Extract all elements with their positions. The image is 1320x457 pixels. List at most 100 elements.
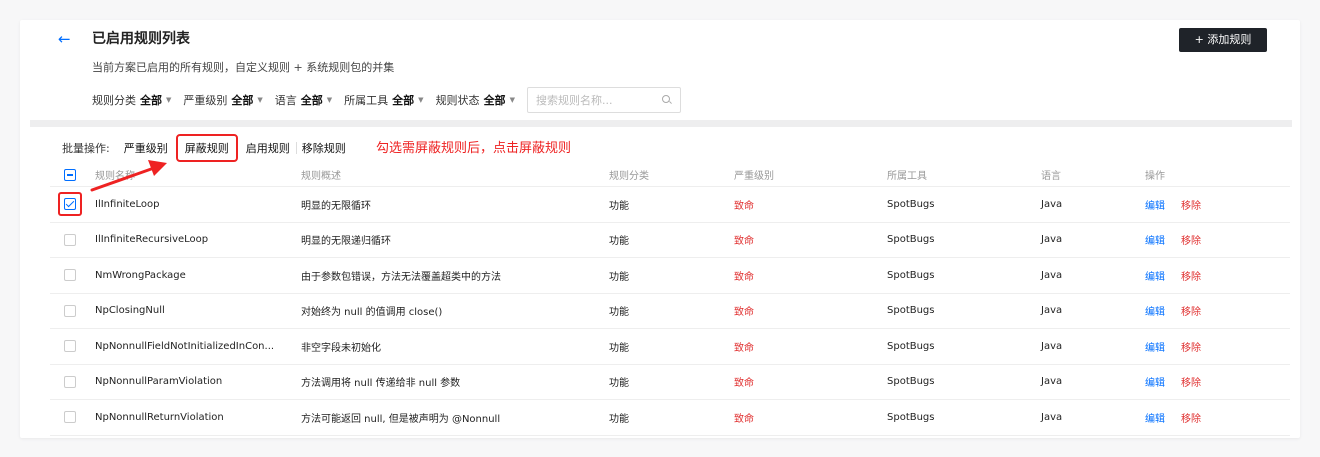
- search-input[interactable]: 搜索规则名称...: [526, 87, 681, 113]
- search-icon[interactable]: [661, 95, 672, 105]
- filter-value: 全部: [300, 94, 323, 107]
- filter-tool[interactable]: 所属工具 全部 ▼: [344, 92, 423, 108]
- caret-down-icon: ▼: [509, 96, 515, 104]
- edit-link[interactable]: 编辑: [1145, 232, 1165, 247]
- batch-actions: 批量操作: 严重级别 屏蔽规则 启用规则 移除规则: [62, 134, 352, 162]
- add-rule-button[interactable]: + 添加规则: [1179, 28, 1267, 52]
- row-checkbox[interactable]: [64, 233, 76, 246]
- back-arrow-icon[interactable]: ←: [58, 31, 74, 47]
- rule-category: 功能: [609, 378, 629, 390]
- rule-language: Java: [1041, 340, 1063, 352]
- rule-tool: SpotBugs: [887, 198, 935, 210]
- row-actions: 编辑 移除: [1145, 400, 1201, 435]
- column-header-language: 语言: [1041, 171, 1061, 182]
- rule-desc: 方法调用将 null 传递给非 null 参数: [301, 378, 461, 390]
- rule-name: NpNonnullReturnViolation: [95, 411, 224, 423]
- row-actions: 编辑 移除: [1145, 365, 1201, 400]
- filter-category[interactable]: 规则分类 全部 ▼: [92, 92, 171, 108]
- rule-severity: 致命: [734, 307, 754, 319]
- column-header-tool: 所属工具: [887, 171, 927, 182]
- batch-enable-button[interactable]: 启用规则: [240, 140, 297, 156]
- row-checkbox[interactable]: [64, 269, 76, 282]
- rule-severity: 致命: [734, 200, 754, 212]
- edit-link[interactable]: 编辑: [1145, 410, 1165, 425]
- remove-link[interactable]: 移除: [1181, 410, 1201, 425]
- rule-language: Java: [1041, 305, 1063, 317]
- filter-bar: 规则分类 全部 ▼ 严重级别 全部 ▼ 语言 全部 ▼ 所属工具 全部 ▼ 规则…: [92, 87, 681, 113]
- rules-table: 规则名称 规则概述 规则分类 严重级别 所属工具 语言 操作 IlInfinit…: [50, 163, 1290, 436]
- edit-link[interactable]: 编辑: [1145, 268, 1165, 283]
- filter-label: 语言: [274, 94, 297, 107]
- rule-category: 功能: [609, 413, 629, 425]
- column-header-desc: 规则概述: [301, 171, 341, 182]
- table-row: NmWrongPackage 由于参数包错误，方法无法覆盖超类中的方法 功能 致…: [50, 258, 1290, 294]
- rules-panel: ← 已启用规则列表 当前方案已启用的所有规则，自定义规则 + 系统规则包的并集 …: [20, 20, 1300, 438]
- row-checkbox[interactable]: [64, 304, 76, 317]
- remove-link[interactable]: 移除: [1181, 374, 1201, 389]
- column-header-name: 规则名称: [95, 171, 135, 182]
- table-row: NpNonnullFieldNotInitializedInCon... 非空字…: [50, 329, 1290, 365]
- table-row: NpNonnullReturnViolation 方法可能返回 null, 但是…: [50, 400, 1290, 436]
- rule-name: IlInfiniteRecursiveLoop: [95, 234, 209, 246]
- filter-severity[interactable]: 严重级别 全部 ▼: [183, 92, 262, 108]
- row-checkbox[interactable]: [64, 340, 76, 353]
- annotation-text: 勾选需屏蔽规则后，点击屏蔽规则: [376, 141, 572, 156]
- rule-name: NpClosingNull: [95, 305, 165, 317]
- edit-link[interactable]: 编辑: [1145, 339, 1165, 354]
- rule-category: 功能: [609, 271, 629, 283]
- rule-desc: 明显的无限循环: [301, 200, 371, 212]
- rule-severity: 致命: [734, 342, 754, 354]
- rule-category: 功能: [609, 342, 629, 354]
- row-actions: 编辑 移除: [1145, 329, 1201, 364]
- rule-severity: 致命: [734, 413, 754, 425]
- row-checkbox[interactable]: [64, 411, 76, 424]
- remove-link[interactable]: 移除: [1181, 303, 1201, 318]
- row-select-cell[interactable]: [50, 400, 90, 435]
- filter-language[interactable]: 语言 全部 ▼: [275, 92, 332, 108]
- remove-link[interactable]: 移除: [1181, 339, 1201, 354]
- filter-label: 所属工具: [344, 94, 389, 107]
- checkbox-highlight: [58, 192, 82, 217]
- rule-language: Java: [1041, 269, 1063, 281]
- caret-down-icon: ▼: [418, 96, 424, 104]
- select-all-cell[interactable]: [50, 163, 90, 186]
- batch-block-button[interactable]: 屏蔽规则: [175, 134, 238, 162]
- rule-language: Java: [1041, 411, 1063, 423]
- batch-remove-button[interactable]: 移除规则: [296, 140, 352, 156]
- batch-severity-button[interactable]: 严重级别: [118, 140, 174, 156]
- rule-name: NmWrongPackage: [95, 269, 186, 281]
- select-all-checkbox[interactable]: [64, 168, 76, 181]
- row-select-cell[interactable]: [50, 223, 90, 258]
- row-checkbox[interactable]: [64, 375, 76, 388]
- search-placeholder: 搜索规则名称...: [535, 94, 613, 107]
- rule-language: Java: [1041, 376, 1063, 388]
- caret-down-icon: ▼: [257, 96, 263, 104]
- table-row: IlInfiniteLoop 明显的无限循环 功能 致命 SpotBugs Ja…: [50, 187, 1290, 223]
- edit-link[interactable]: 编辑: [1145, 303, 1165, 318]
- filter-value: 全部: [140, 94, 162, 107]
- section-divider: [30, 120, 1292, 127]
- row-checkbox[interactable]: [64, 198, 76, 211]
- remove-link[interactable]: 移除: [1181, 268, 1201, 283]
- column-header-severity: 严重级别: [734, 171, 774, 182]
- remove-link[interactable]: 移除: [1181, 197, 1201, 212]
- caret-down-icon: ▼: [166, 96, 172, 104]
- filter-value: 全部: [231, 94, 254, 107]
- row-select-cell[interactable]: [50, 187, 90, 222]
- table-row: NpClosingNull 对始终为 null 的值调用 close() 功能 …: [50, 294, 1290, 329]
- remove-link[interactable]: 移除: [1181, 232, 1201, 247]
- rule-name: NpNonnullFieldNotInitializedInCon...: [95, 340, 275, 352]
- row-select-cell[interactable]: [50, 294, 90, 329]
- filter-label: 严重级别: [183, 94, 228, 107]
- table-row: NpNonnullParamViolation 方法调用将 null 传递给非 …: [50, 365, 1290, 400]
- row-select-cell[interactable]: [50, 258, 90, 293]
- filter-status[interactable]: 规则状态 全部 ▼: [436, 92, 515, 108]
- page-subtitle: 当前方案已启用的所有规则，自定义规则 + 系统规则包的并集: [92, 61, 395, 74]
- filter-label: 规则分类: [92, 94, 136, 107]
- rule-language: Java: [1041, 234, 1063, 246]
- row-actions: 编辑 移除: [1145, 294, 1201, 329]
- row-select-cell[interactable]: [50, 365, 90, 400]
- edit-link[interactable]: 编辑: [1145, 197, 1165, 212]
- row-select-cell[interactable]: [50, 329, 90, 364]
- edit-link[interactable]: 编辑: [1145, 374, 1165, 389]
